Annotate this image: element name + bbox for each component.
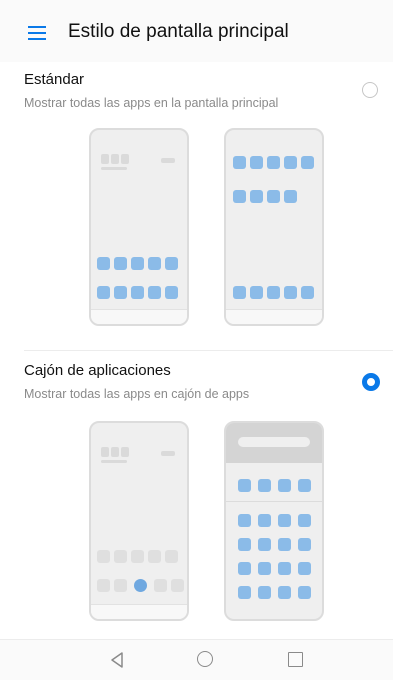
- hamburger-menu-icon[interactable]: [28, 26, 46, 40]
- app-drawer-button-icon: [134, 579, 147, 592]
- preview-drawer-home: [89, 421, 189, 621]
- recent-square-icon[interactable]: [288, 652, 303, 667]
- preview-home-screen-page2: [224, 128, 324, 326]
- option-description: Mostrar todas las apps en la pantalla pr…: [24, 96, 279, 110]
- preview-drawer-open: [224, 421, 324, 621]
- radio-app-drawer[interactable]: [362, 373, 380, 391]
- section-divider: [24, 350, 393, 351]
- back-triangle-icon[interactable]: [110, 652, 124, 668]
- preview-home-screen: [89, 128, 189, 326]
- option-title: Cajón de aplicaciones: [24, 362, 171, 379]
- option-description: Mostrar todas las apps en cajón de apps: [24, 387, 250, 401]
- option-title: Estándar: [24, 71, 85, 88]
- app-header: Estilo de pantalla principal: [0, 0, 393, 62]
- system-navbar: [0, 639, 393, 680]
- radio-standard[interactable]: [362, 82, 378, 98]
- home-circle-icon[interactable]: [197, 651, 213, 667]
- page-title: Estilo de pantalla principal: [68, 21, 289, 42]
